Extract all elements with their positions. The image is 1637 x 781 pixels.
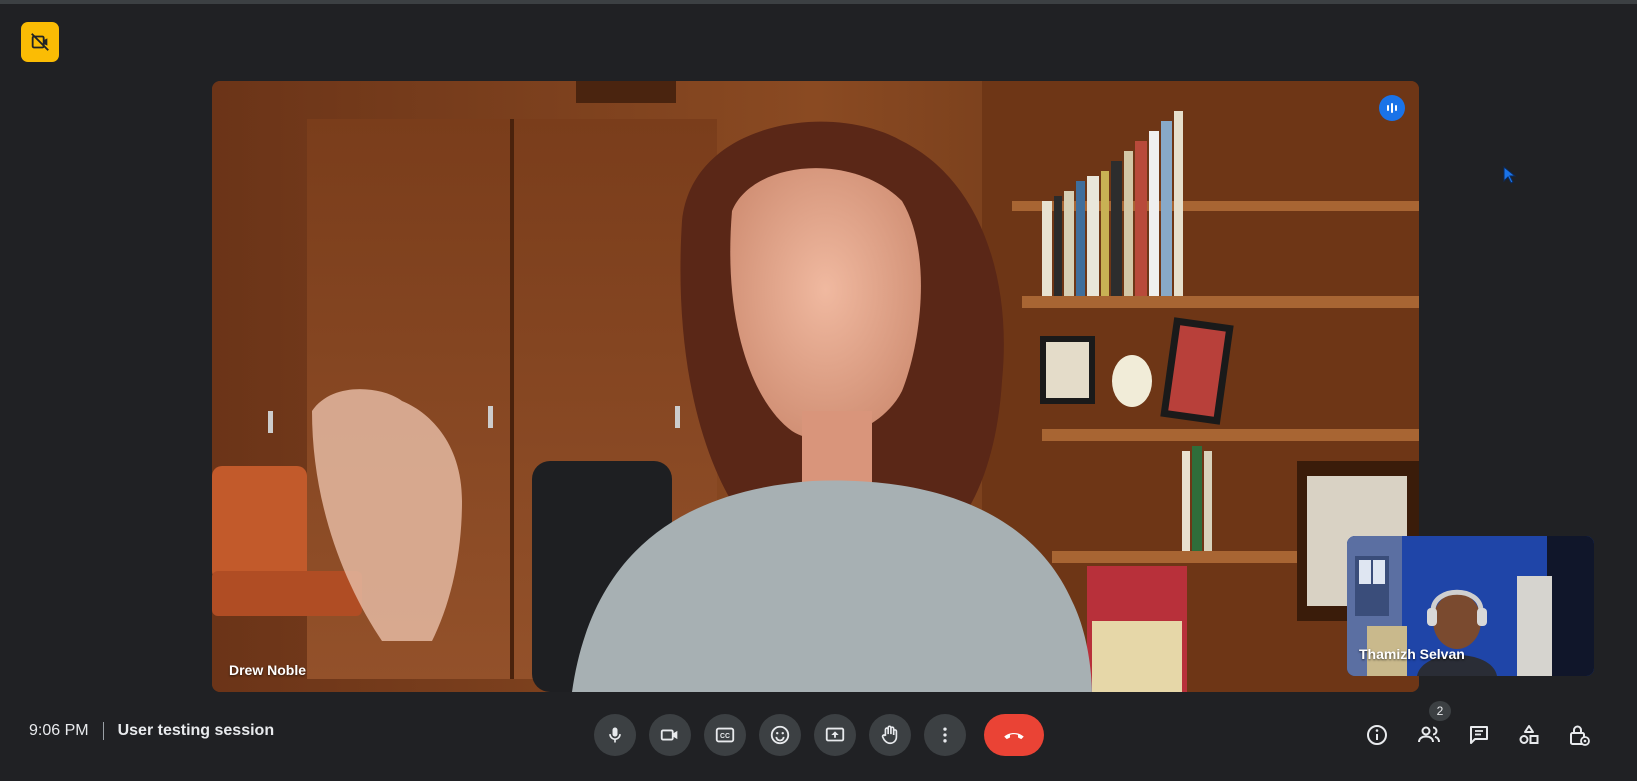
window-top-border	[0, 0, 1637, 4]
emoji-icon	[770, 725, 790, 745]
participant-video-frame	[212, 81, 1419, 692]
chat-icon	[1470, 726, 1488, 744]
info-icon	[1367, 725, 1387, 745]
recording-indicator-badge[interactable]	[21, 22, 59, 62]
meeting-details: 9:06 PM User testing session	[29, 722, 274, 740]
meeting-details-button[interactable]	[1361, 719, 1393, 751]
main-participant-name: Drew Noble	[229, 662, 307, 678]
activities-button[interactable]	[1513, 719, 1545, 751]
meeting-title: User testing session	[117, 722, 275, 739]
self-view-tile[interactable]: Thamizh Selvan	[1347, 536, 1594, 676]
end-call-button[interactable]	[984, 714, 1044, 756]
self-participant-name: Thamizh Selvan	[1359, 646, 1465, 662]
end-call-icon	[1004, 732, 1024, 740]
microphone-icon	[609, 727, 621, 743]
people-icon	[1418, 726, 1440, 743]
main-video-tile[interactable]: Drew Noble	[212, 81, 1419, 692]
emoji-reactions-button[interactable]	[759, 714, 801, 756]
camera-button[interactable]	[649, 714, 691, 756]
captions-icon: CC	[715, 727, 735, 743]
side-panel-toolbar	[1337, 714, 1637, 756]
host-controls-icon	[1570, 725, 1590, 746]
host-controls-button[interactable]	[1563, 719, 1595, 751]
present-screen-button[interactable]	[814, 714, 856, 756]
speaking-indicator-icon	[1379, 95, 1405, 121]
meeting-time: 9:06 PM	[29, 722, 89, 739]
more-options-button[interactable]	[924, 714, 966, 756]
present-screen-icon	[825, 727, 845, 742]
raise-hand-button[interactable]	[869, 714, 911, 756]
captions-button[interactable]: CC	[704, 714, 746, 756]
no-camera-icon	[31, 33, 49, 51]
mouse-pointer-icon	[1503, 166, 1517, 184]
call-controls-bar: CC	[594, 714, 1044, 756]
camera-icon	[660, 729, 678, 741]
chat-button[interactable]	[1463, 719, 1495, 751]
svg-text:CC: CC	[720, 733, 730, 740]
divider	[102, 722, 104, 740]
activities-icon	[1519, 725, 1539, 744]
more-options-icon	[943, 727, 947, 743]
raise-hand-icon	[881, 725, 898, 745]
microphone-button[interactable]	[594, 714, 636, 756]
people-button[interactable]	[1413, 719, 1445, 751]
